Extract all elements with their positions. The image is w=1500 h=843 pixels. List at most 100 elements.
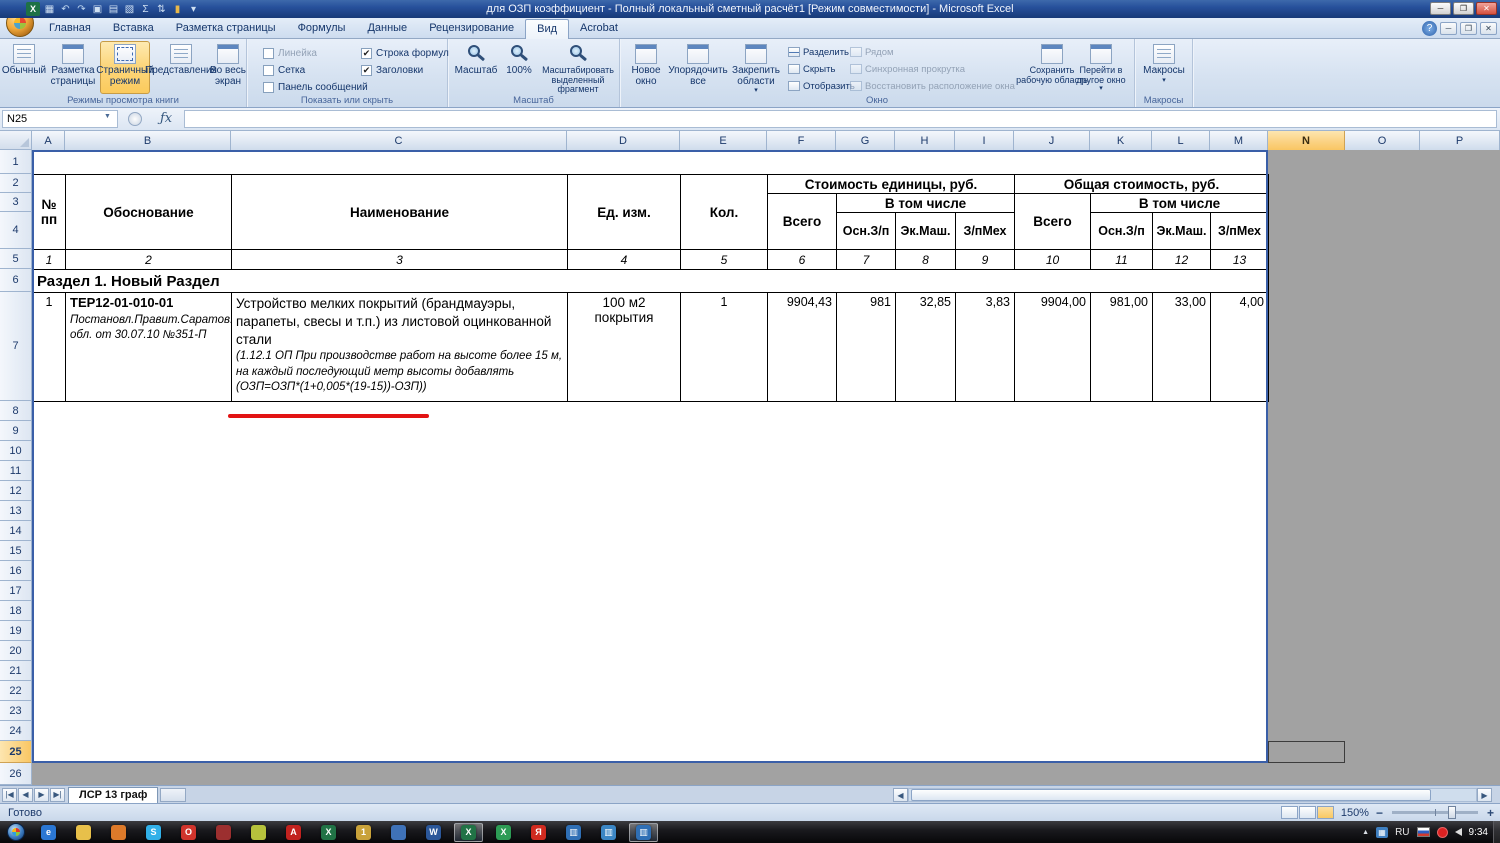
header-cell-qty[interactable]: Кол. — [681, 175, 768, 250]
ruler-checkbox[interactable]: Линейка — [263, 48, 317, 59]
ribbon-tab-Разметка страницы[interactable]: Разметка страницы — [165, 18, 287, 39]
ribbon-tab-Вставка[interactable]: Вставка — [102, 18, 165, 39]
taskbar-app-orange[interactable] — [104, 823, 133, 842]
taskbar-opera[interactable]: O — [174, 823, 203, 842]
arrange-all-button[interactable]: Упорядочить все — [670, 41, 726, 94]
column-header-N[interactable]: N — [1268, 131, 1345, 150]
insert-sheet-tab[interactable] — [160, 788, 186, 802]
sum-icon[interactable]: Σ — [139, 2, 152, 16]
colnum-13[interactable]: 13 — [1211, 250, 1269, 270]
print-preview-icon[interactable]: ▤ — [107, 2, 120, 16]
header-cell-mash2[interactable]: Эк.Маш. — [1153, 213, 1211, 250]
maximize-button[interactable]: ❐ — [1453, 2, 1474, 15]
volume-icon[interactable] — [1455, 828, 1462, 836]
column-header-G[interactable]: G — [836, 131, 895, 150]
status-page-break-button[interactable] — [1317, 806, 1334, 819]
scroll-left-icon[interactable]: ◀ — [893, 788, 908, 802]
excel-logo-icon[interactable]: X — [26, 2, 40, 16]
zoom-slider-thumb[interactable] — [1448, 806, 1456, 819]
colnum-4[interactable]: 4 — [568, 250, 681, 270]
row-header-14[interactable]: 14 — [0, 521, 32, 541]
row-header-6[interactable]: 6 — [0, 269, 32, 292]
taskbar-app-gold[interactable]: 1 — [349, 823, 378, 842]
prev-sheet-icon[interactable]: ◀ — [18, 788, 33, 802]
taskbar-app-olive[interactable] — [244, 823, 273, 842]
page-break-preview-button[interactable]: Страничный режим — [100, 41, 150, 94]
page-layout-view-button[interactable]: Разметка страницы — [48, 41, 98, 94]
cell-C7-name[interactable]: Устройство мелких покрытий (брандмауэры,… — [232, 293, 568, 402]
synchronous-scrolling-button[interactable]: Синхронная прокрутка — [850, 62, 965, 76]
colnum-12[interactable]: 12 — [1153, 250, 1211, 270]
worksheet-canvas[interactable]: № пп Обоснование Наименование Ед. изм. К… — [32, 150, 1500, 785]
row-header-2[interactable]: 2 — [0, 174, 32, 193]
row-header-11[interactable]: 11 — [0, 461, 32, 481]
formula-input[interactable] — [184, 110, 1497, 128]
zoom-100-button[interactable]: 100% — [502, 41, 536, 94]
close-button[interactable]: ✕ — [1476, 2, 1497, 15]
next-sheet-icon[interactable]: ▶ — [34, 788, 49, 802]
select-all-corner[interactable] — [0, 131, 32, 150]
undo-icon[interactable]: ↶ — [59, 2, 72, 16]
cell-L7-mash[interactable]: 33,00 — [1153, 293, 1211, 402]
column-header-M[interactable]: M — [1210, 131, 1268, 150]
taskbar-skype[interactable]: S — [139, 823, 168, 842]
row-header-15[interactable]: 15 — [0, 541, 32, 561]
header-cell-total1[interactable]: Всего — [768, 194, 837, 250]
header-cell-including2[interactable]: В том числе — [1091, 194, 1269, 213]
column-header-K[interactable]: K — [1090, 131, 1152, 150]
zoom-in-icon[interactable]: + — [1487, 807, 1494, 819]
taskbar-word[interactable]: W — [419, 823, 448, 842]
row-header-18[interactable]: 18 — [0, 601, 32, 621]
header-cell-mech2[interactable]: З/пМех — [1211, 213, 1269, 250]
column-header-E[interactable]: E — [680, 131, 767, 150]
new-window-button[interactable]: Новое окно — [624, 41, 668, 94]
column-header-F[interactable]: F — [767, 131, 836, 150]
header-cell-justification[interactable]: Обоснование — [66, 175, 232, 250]
header-cell-unit-cost-group[interactable]: Стоимость единицы, руб. — [768, 175, 1015, 194]
insert-function-button[interactable] — [128, 112, 142, 126]
section-title-row[interactable]: Раздел 1. Новый Раздел — [33, 270, 1269, 293]
taskbar-excel2[interactable]: X — [489, 823, 518, 842]
row-header-10[interactable]: 10 — [0, 441, 32, 461]
header-cell-osn2[interactable]: Осн.З/п — [1091, 213, 1153, 250]
colnum-7[interactable]: 7 — [837, 250, 896, 270]
sort-icon[interactable]: ⇅ — [155, 2, 168, 16]
cell-F7-unit-total[interactable]: 9904,43 — [768, 293, 837, 402]
workbook-minimize-button[interactable]: ─ — [1440, 22, 1457, 35]
cell-I7-unit-mech[interactable]: 3,83 — [956, 293, 1015, 402]
full-screen-button[interactable]: Во весь экран — [210, 41, 246, 94]
scroll-right-icon[interactable]: ▶ — [1477, 788, 1492, 802]
selected-cell-N25[interactable] — [1268, 741, 1345, 763]
chart-icon[interactable]: ▮ — [171, 2, 184, 16]
taskbar-chart3[interactable]: ▥ — [629, 823, 658, 842]
ribbon-tab-Главная[interactable]: Главная — [38, 18, 102, 39]
colnum-11[interactable]: 11 — [1091, 250, 1153, 270]
header-cell-unit[interactable]: Ед. изм. — [568, 175, 681, 250]
row-header-12[interactable]: 12 — [0, 481, 32, 501]
show-desktop-button[interactable] — [1493, 821, 1500, 843]
cell-K7-osn[interactable]: 981,00 — [1091, 293, 1153, 402]
row-header-9[interactable]: 9 — [0, 421, 32, 441]
column-header-J[interactable]: J — [1014, 131, 1090, 150]
scroll-thumb[interactable] — [911, 789, 1431, 801]
gridlines-checkbox[interactable]: Сетка — [263, 65, 305, 76]
column-header-A[interactable]: A — [32, 131, 65, 150]
header-cell-total-cost-group[interactable]: Общая стоимость, руб. — [1015, 175, 1269, 194]
colnum-5[interactable]: 5 — [681, 250, 768, 270]
save-icon[interactable]: ▦ — [43, 2, 56, 16]
workbook-close-button[interactable]: ✕ — [1480, 22, 1497, 35]
status-normal-view-button[interactable] — [1281, 806, 1298, 819]
colnum-6[interactable]: 6 — [768, 250, 837, 270]
column-header-O[interactable]: O — [1345, 131, 1420, 150]
taskbar-ie[interactable]: e — [34, 823, 63, 842]
cell-M7-mech[interactable]: 4,00 — [1211, 293, 1269, 402]
header-cell-mash1[interactable]: Эк.Маш. — [896, 213, 956, 250]
taskbar-app-darkred[interactable] — [209, 823, 238, 842]
name-box-dropdown-icon[interactable]: ▼ — [104, 113, 111, 120]
macros-button[interactable]: Макросы ▾ — [1144, 41, 1184, 94]
row-header-3[interactable]: 3 — [0, 193, 32, 212]
header-cell-no[interactable]: № пп — [33, 175, 66, 250]
print-icon[interactable]: ▣ — [91, 2, 104, 16]
row-header-1[interactable]: 1 — [0, 150, 32, 174]
hide-button[interactable]: Скрыть — [788, 62, 835, 76]
